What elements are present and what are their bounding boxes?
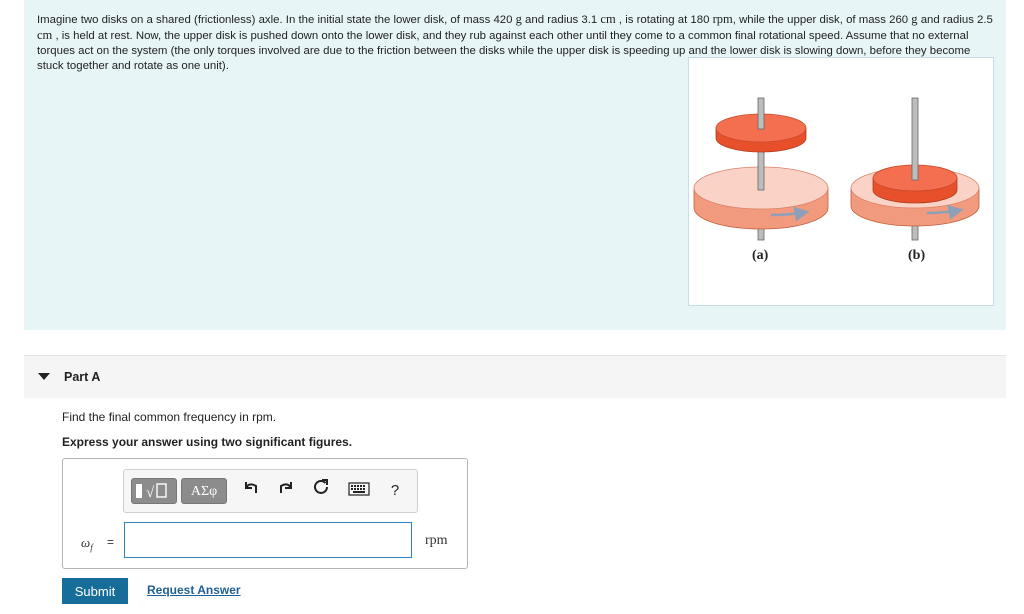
template-icon: √ bbox=[136, 483, 167, 501]
math-toolbar: √ ΑΣφ ? bbox=[123, 469, 418, 513]
redo-button[interactable] bbox=[273, 478, 299, 504]
figure-b bbox=[850, 97, 980, 241]
keyboard-button[interactable] bbox=[346, 478, 372, 504]
figure-label-a: (a) bbox=[752, 248, 769, 263]
answer-input[interactable] bbox=[124, 522, 412, 558]
part-a-header[interactable]: Part A bbox=[24, 356, 1006, 398]
reset-icon bbox=[314, 479, 328, 494]
variable-symbol: ω bbox=[81, 535, 91, 550]
instruction-text: Express your answer using two significan… bbox=[62, 435, 353, 449]
part-title: Part A bbox=[64, 370, 101, 384]
undo-icon bbox=[245, 482, 257, 493]
help-button[interactable]: ? bbox=[382, 478, 408, 504]
greek-symbols-button[interactable]: ΑΣφ bbox=[181, 478, 227, 504]
axle-top-b bbox=[911, 97, 919, 181]
reset-button[interactable] bbox=[308, 478, 334, 504]
disk-diagram bbox=[693, 97, 980, 241]
svg-text:√: √ bbox=[146, 485, 155, 501]
collapse-caret-icon[interactable] bbox=[38, 373, 50, 380]
answer-variable: ωf bbox=[81, 535, 93, 553]
disk-figure: (a) (b) bbox=[688, 57, 994, 306]
problem-text-segment: Imagine two disks on a shared (frictionl… bbox=[37, 14, 516, 26]
problem-text-segment: , while the upper disk, of mass 260 bbox=[732, 14, 912, 26]
question-text: Find the final common frequency in rpm. bbox=[62, 410, 277, 424]
axle-top-a bbox=[757, 97, 765, 130]
request-answer-link[interactable]: Request Answer bbox=[147, 583, 241, 597]
variable-subscript: f bbox=[90, 542, 93, 553]
unit-symbol: cm bbox=[37, 28, 53, 42]
undo-button[interactable] bbox=[238, 478, 264, 504]
templates-button[interactable]: √ bbox=[131, 478, 177, 504]
figure-label-b: (b) bbox=[908, 248, 926, 263]
redo-icon bbox=[280, 482, 292, 493]
answer-unit: rpm bbox=[425, 533, 448, 548]
figure-a bbox=[693, 97, 829, 241]
submit-button[interactable]: Submit bbox=[62, 578, 128, 604]
problem-statement-panel: Imagine two disks on a shared (frictionl… bbox=[24, 0, 1006, 330]
problem-text-segment: and radius 3.1 bbox=[521, 14, 601, 26]
unit-symbol: cm bbox=[600, 12, 616, 26]
problem-text-segment: , is rotating at 180 bbox=[615, 14, 713, 26]
unit-symbol: rpm bbox=[712, 12, 733, 26]
keyboard-icon bbox=[348, 482, 370, 496]
problem-text-segment: and radius 2.5 bbox=[917, 14, 993, 26]
equals-sign: = bbox=[107, 535, 115, 549]
answer-box: √ ΑΣφ ? ωf = rpm bbox=[62, 458, 468, 569]
